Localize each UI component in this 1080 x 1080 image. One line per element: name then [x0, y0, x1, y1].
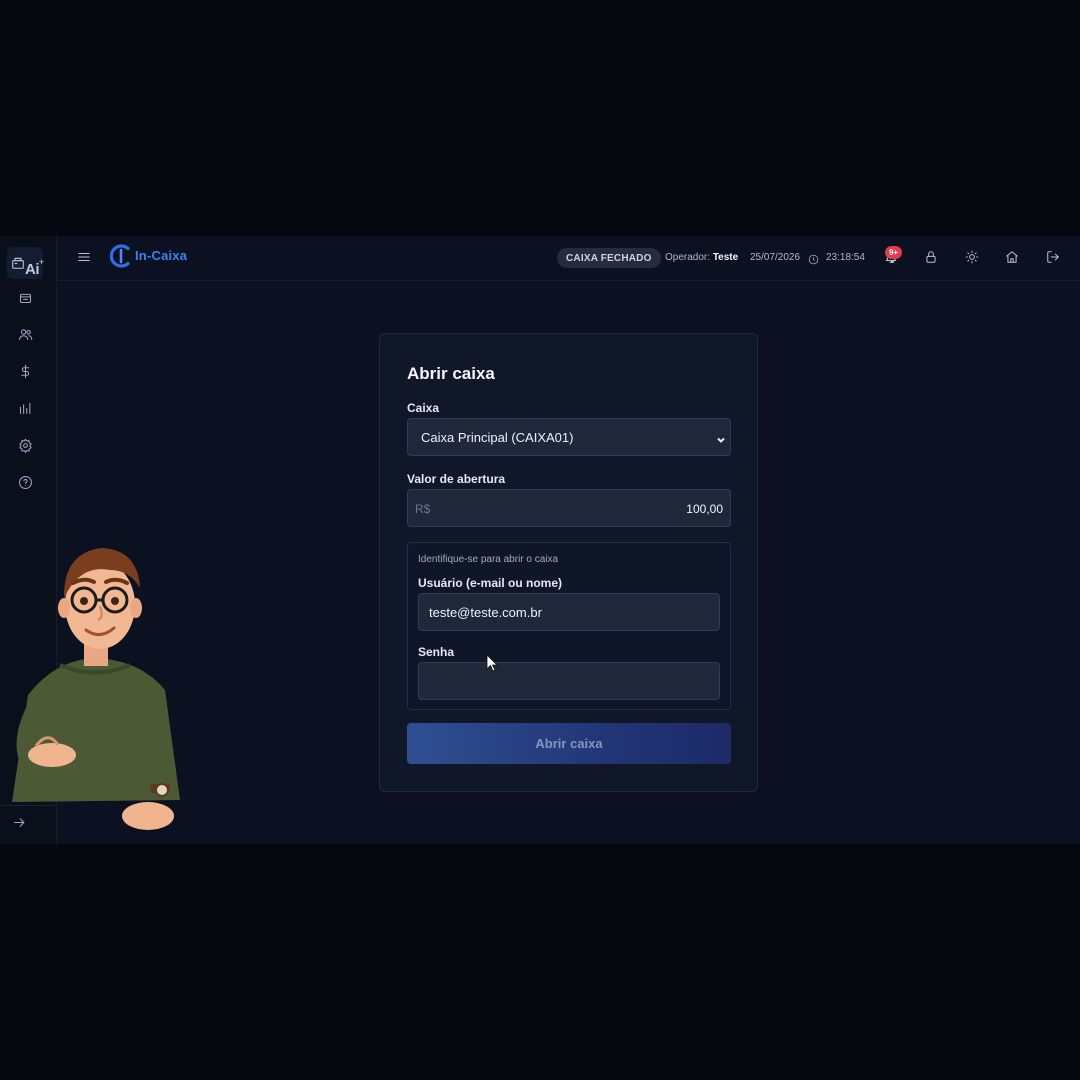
operator-label: Operador: — [665, 252, 711, 263]
notification-count-badge: 9+ — [885, 246, 902, 259]
lock-icon — [924, 250, 938, 269]
sidebar-item-settings[interactable] — [7, 432, 43, 464]
ai-plus: + — [39, 257, 45, 267]
logout-button[interactable] — [1041, 247, 1065, 271]
chevron-down-icon — [716, 433, 726, 443]
status-badge: CAIXA FECHADO — [557, 248, 661, 268]
operator-name: Teste — [712, 252, 739, 263]
user-field[interactable]: teste@teste.com.br — [418, 593, 720, 631]
valor-value: 100,00 — [686, 502, 723, 516]
open-register-button[interactable]: Abrir caixa — [407, 723, 731, 764]
current-date: 25/07/2026 — [750, 252, 801, 263]
operator-info: Operador: Teste — [665, 252, 738, 263]
lock-button[interactable] — [919, 247, 943, 271]
auth-hint: Identifique-se para abrir o caixa — [418, 554, 559, 565]
logo-icon — [109, 243, 132, 273]
menu-button[interactable] — [72, 247, 96, 271]
caixa-label: Caixa — [407, 401, 440, 415]
mouse-cursor-icon — [486, 654, 498, 672]
hamburger-icon — [77, 250, 91, 269]
help-icon — [18, 475, 33, 495]
cart-icon — [18, 290, 33, 310]
caixa-select[interactable]: Caixa Principal (CAIXA01) — [407, 418, 731, 456]
settings-icon — [18, 438, 33, 458]
current-time: 23:18:54 — [826, 252, 865, 263]
notification-dot — [891, 260, 894, 263]
card-title: Abrir caixa — [407, 364, 495, 383]
home-button[interactable] — [1000, 247, 1024, 271]
password-label: Senha — [418, 645, 455, 659]
sidebar-item-finance[interactable] — [7, 358, 43, 390]
sidebar-item-reports[interactable] — [7, 395, 43, 427]
valor-label: Valor de abertura — [407, 472, 506, 486]
home-icon — [1005, 250, 1019, 269]
theme-toggle-button[interactable] — [960, 247, 984, 271]
valor-abertura-input[interactable]: R$ 100,00 — [407, 489, 731, 527]
top-bar: In-Caixa CAIXA FECHADO Operador: Teste 2… — [57, 236, 1080, 281]
brand-logo[interactable]: In-Caixa — [109, 243, 188, 273]
user-field-value: teste@teste.com.br — [429, 604, 542, 620]
password-field[interactable] — [418, 662, 720, 700]
cash-register-icon — [11, 256, 25, 275]
bar-chart-icon — [18, 401, 33, 421]
presenter-avatar — [0, 540, 190, 840]
caixa-select-value: Caixa Principal (CAIXA01) — [421, 429, 574, 445]
brand-name: In-Caixa — [135, 248, 188, 263]
sidebar-item-caixa-ai[interactable]: Ai + — [7, 247, 45, 279]
sun-icon — [965, 250, 979, 269]
sidebar-item-users[interactable] — [7, 321, 43, 353]
sidebar-item-cart[interactable] — [7, 284, 43, 316]
auth-section: Identifique-se para abrir o caixa Usuári… — [407, 542, 731, 710]
clock-icon — [808, 252, 820, 265]
sidebar-item-help[interactable] — [7, 469, 43, 501]
user-label: Usuário (e-mail ou nome) — [418, 576, 563, 590]
logout-icon — [1046, 250, 1060, 269]
dollar-icon — [18, 364, 33, 384]
currency-prefix: R$ — [415, 502, 431, 516]
open-register-card: Abrir caixa Caixa Caixa Principal (CAIXA… — [379, 333, 758, 792]
users-icon — [18, 327, 33, 347]
ai-label: Ai — [25, 261, 40, 278]
